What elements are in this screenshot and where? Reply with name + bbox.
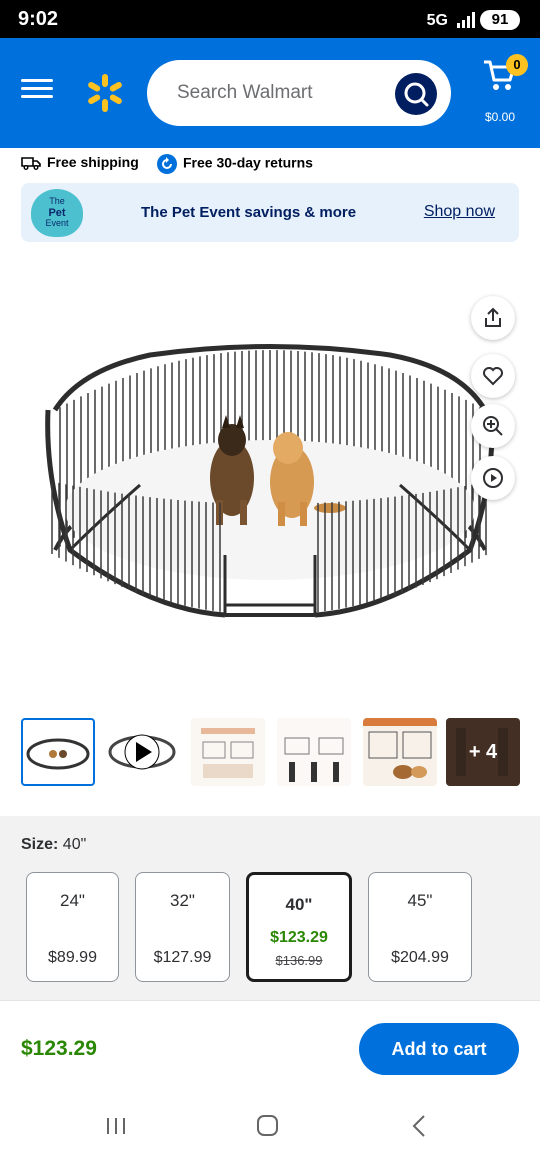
home-icon[interactable] — [247, 1110, 287, 1142]
size-selector: Size: 40" 24" $89.99 32" $127.99 40" $12… — [0, 816, 540, 1000]
add-to-cart-button[interactable]: Add to cart — [359, 1023, 519, 1075]
status-bar: 9:02 5G 91 — [0, 0, 540, 38]
promo-text: The Pet Event savings & more — [141, 204, 357, 221]
free-returns-label: Free 30-day returns — [183, 154, 313, 171]
recent-apps-icon[interactable] — [96, 1110, 136, 1142]
walmart-spark-logo[interactable] — [84, 72, 126, 114]
size-option-45[interactable]: 45" $204.99 — [368, 872, 472, 982]
free-returns: Free 30-day returns — [157, 154, 313, 174]
search-button[interactable] — [395, 73, 437, 115]
sale-price: $123.29 — [270, 929, 328, 946]
heart-icon — [483, 367, 503, 386]
cart-total: $0.00 — [484, 110, 516, 124]
sticky-buy-bar: $123.29 Add to cart — [0, 1000, 540, 1090]
search-bar[interactable] — [147, 60, 451, 126]
back-icon[interactable] — [398, 1110, 438, 1142]
thumbnail-3[interactable] — [191, 718, 265, 786]
truck-icon — [21, 157, 41, 171]
favorite-button[interactable] — [471, 354, 515, 398]
product-image[interactable] — [0, 250, 540, 700]
battery-indicator: 91 — [480, 10, 520, 30]
selected-size: 40" — [62, 836, 87, 853]
search-icon — [404, 82, 429, 107]
clock: 9:02 — [18, 8, 59, 30]
search-input[interactable] — [177, 78, 387, 108]
shop-now-link[interactable]: Shop now — [424, 203, 495, 221]
share-button[interactable] — [471, 296, 515, 340]
share-icon — [485, 307, 501, 327]
returns-icon — [157, 154, 177, 174]
thumbnail-video[interactable] — [105, 718, 179, 786]
thumbnail-5[interactable] — [363, 718, 437, 786]
size-option-40[interactable]: 40" $123.29 $136.99 — [246, 872, 352, 982]
more-images-count: + 4 — [446, 718, 520, 786]
free-shipping-label: Free shipping — [47, 154, 139, 170]
free-shipping: Free shipping — [21, 154, 139, 171]
perks-bar: Free shipping Free 30-day returns — [0, 150, 540, 178]
product-image-gallery[interactable] — [0, 250, 540, 700]
size-option-24[interactable]: 24" $89.99 — [26, 872, 119, 982]
zoom-button[interactable] — [471, 404, 515, 448]
size-option-32[interactable]: 32" $127.99 — [135, 872, 230, 982]
play-icon — [483, 468, 503, 488]
signal-icon — [457, 12, 475, 28]
zoom-in-icon — [483, 416, 503, 436]
pet-event-logo: The Pet Event — [31, 189, 83, 237]
video-button[interactable] — [471, 456, 515, 500]
system-nav-bar — [0, 1090, 540, 1158]
was-price: $136.99 — [275, 953, 323, 968]
thumbnail-4[interactable] — [277, 718, 351, 786]
promo-banner[interactable]: The Pet Event The Pet Event savings & mo… — [21, 183, 519, 242]
network-indicator: 5G — [426, 12, 448, 29]
thumbnail-1[interactable] — [21, 718, 95, 786]
size-label: Size: 40" — [21, 836, 87, 853]
cart-button[interactable]: 0 $0.00 — [480, 54, 528, 128]
app-header: 0 $0.00 — [0, 38, 540, 148]
menu-icon[interactable] — [18, 74, 56, 112]
thumbnail-more[interactable]: + 4 — [446, 718, 520, 786]
current-price: $123.29 — [21, 1037, 97, 1060]
thumbnail-strip: + 4 — [0, 716, 540, 788]
cart-count-badge: 0 — [506, 54, 528, 76]
